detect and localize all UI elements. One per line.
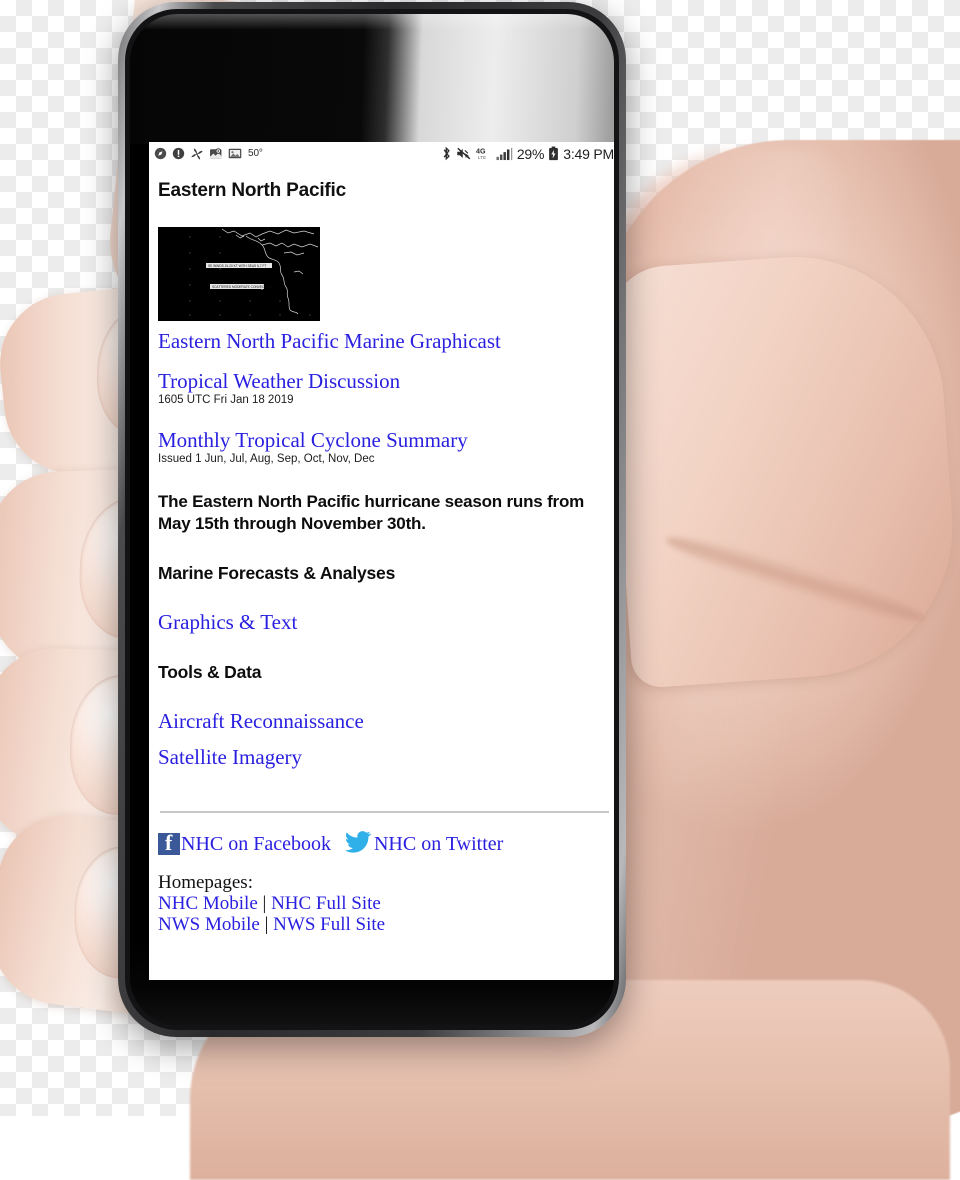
alert-circle-icon xyxy=(172,147,185,160)
compass-icon xyxy=(154,147,167,160)
photo-image-icon xyxy=(228,147,242,160)
battery-percent-label: 29% xyxy=(516,145,545,162)
nhc-on-facebook-link[interactable]: NHC on Facebook xyxy=(181,833,331,856)
footer-separator: | xyxy=(264,914,269,936)
status-bar-left: 50° xyxy=(154,147,263,161)
section-heading-marine-forecasts: Marine Forecasts & Analyses xyxy=(158,562,396,583)
page-title: Eastern North Pacific xyxy=(158,180,346,201)
facebook-icon[interactable] xyxy=(158,830,180,856)
social-links-row: NHC on Facebook NHC on Twitter xyxy=(158,830,611,858)
phone-bezel: 50° 4G LTE 29% 3:49 PM Eastern North Pac… xyxy=(125,9,619,1030)
svg-text:LTE: LTE xyxy=(478,155,486,161)
tropical-weather-discussion-caption: 1605 UTC Fri Jan 18 2019 xyxy=(158,394,294,407)
tropical-weather-discussion-link[interactable]: Tropical Weather Discussion xyxy=(158,369,611,393)
battery-icon xyxy=(548,146,559,161)
nhc-full-site-link[interactable]: NHC Full Site xyxy=(271,893,381,914)
nhc-on-twitter-link[interactable]: NHC on Twitter xyxy=(374,833,503,856)
footer-row-nhc: NHC Mobile | NHC Full Site xyxy=(158,893,611,914)
status-bar-right: 4G LTE 29% 3:49 PM xyxy=(441,146,614,162)
monthly-tropical-cyclone-summary-link[interactable]: Monthly Tropical Cyclone Summary xyxy=(158,428,611,452)
screen-glare-top xyxy=(130,14,614,144)
phone-glass: 50° 4G LTE 29% 3:49 PM Eastern North Pac… xyxy=(130,14,614,1025)
homepages-label: Homepages: xyxy=(158,871,253,893)
twitter-icon[interactable] xyxy=(344,831,372,858)
phone-screen: 50° 4G LTE 29% 3:49 PM Eastern North Pac… xyxy=(149,142,614,980)
sync-pinwheel-icon xyxy=(190,147,204,161)
thumb xyxy=(604,246,960,689)
satellite-imagery-link[interactable]: Satellite Imagery xyxy=(158,745,611,769)
smartphone-device: 50° 4G LTE 29% 3:49 PM Eastern North Pac… xyxy=(118,2,626,1037)
graphics-and-text-link[interactable]: Graphics & Text xyxy=(158,610,611,634)
page-content: Eastern North Pacific SE WINDS 15-20 KT … xyxy=(149,180,614,936)
graphicast-link[interactable]: Eastern North Pacific Marine Graphicast xyxy=(158,329,611,353)
nhc-mobile-link[interactable]: NHC Mobile xyxy=(158,893,258,914)
lte-4g-icon: 4G LTE xyxy=(476,146,492,162)
clock-label: 3:49 PM xyxy=(563,145,614,162)
footer-divider xyxy=(160,810,609,813)
svg-text:SE WINDS 15-20 KT WITH SEAS 5-: SE WINDS 15-20 KT WITH SEAS 5-7 FT xyxy=(208,264,266,268)
svg-text:SCATTERED MODERATE CONVECTION: SCATTERED MODERATE CONVECTION xyxy=(212,285,273,289)
mute-vibrate-icon xyxy=(456,146,472,161)
glare-sheen xyxy=(130,14,614,30)
bluetooth-icon xyxy=(441,146,452,161)
monthly-tropical-cyclone-summary-caption: Issued 1 Jun, Jul, Aug, Sep, Oct, Nov, D… xyxy=(158,453,375,466)
nws-mobile-link[interactable]: NWS Mobile xyxy=(158,914,260,935)
footer-separator: | xyxy=(262,893,267,915)
status-bar: 50° 4G LTE 29% 3:49 PM xyxy=(149,142,614,164)
map-location-icon xyxy=(209,147,223,161)
section-heading-tools-and-data: Tools & Data xyxy=(158,661,262,682)
nws-full-site-link[interactable]: NWS Full Site xyxy=(273,914,385,935)
hurricane-season-note: The Eastern North Pacific hurricane seas… xyxy=(158,492,585,533)
graphicast-thumbnail[interactable]: SE WINDS 15-20 KT WITH SEAS 5-7 FT SCATT… xyxy=(158,227,320,321)
temperature-readout: 50° xyxy=(248,148,263,159)
aircraft-reconnaissance-link[interactable]: Aircraft Reconnaissance xyxy=(158,709,611,733)
signal-bars-icon xyxy=(496,147,513,161)
footer-row-nws: NWS Mobile | NWS Full Site xyxy=(158,914,611,935)
svg-text:4G: 4G xyxy=(476,148,486,156)
